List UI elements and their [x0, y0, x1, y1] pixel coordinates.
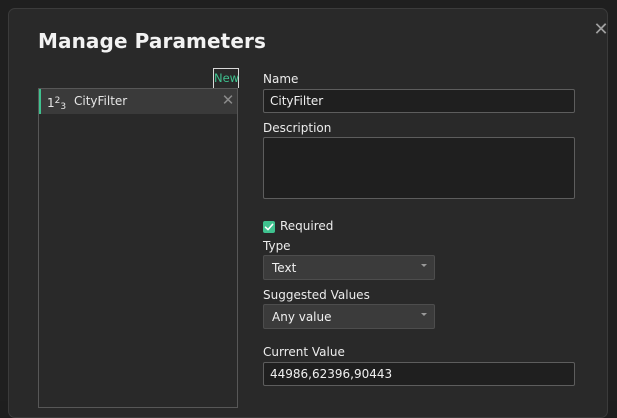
checkmark-icon: [264, 223, 274, 231]
text-type-icon: 123: [47, 96, 67, 112]
new-parameter-button[interactable]: New: [213, 68, 239, 88]
remove-parameter-icon[interactable]: ✕: [221, 93, 235, 108]
suggested-values-label: Suggested Values: [263, 288, 370, 302]
parameter-list-item[interactable]: 123 CityFilter ✕: [39, 89, 237, 114]
current-value-input[interactable]: [263, 362, 575, 386]
name-label: Name: [263, 72, 299, 86]
required-label: Required: [280, 219, 334, 233]
description-label: Description: [263, 121, 332, 135]
description-input[interactable]: [263, 137, 575, 199]
type-label: Type: [263, 239, 291, 253]
chevron-down-icon: [421, 313, 427, 316]
suggested-values-select[interactable]: Any value: [263, 304, 435, 329]
dialog-title: Manage Parameters: [38, 29, 266, 53]
name-input[interactable]: [263, 89, 575, 113]
current-value-label: Current Value: [263, 345, 345, 359]
suggested-values-select-value: Any value: [272, 310, 332, 324]
chevron-down-icon: [421, 264, 427, 267]
type-select[interactable]: Text: [263, 255, 435, 280]
parameter-item-label: CityFilter: [74, 94, 128, 108]
parameter-list: 123 CityFilter ✕: [38, 88, 238, 408]
type-select-value: Text: [272, 261, 297, 275]
required-checkbox[interactable]: [263, 221, 275, 233]
close-icon[interactable]: ✕: [592, 21, 610, 39]
